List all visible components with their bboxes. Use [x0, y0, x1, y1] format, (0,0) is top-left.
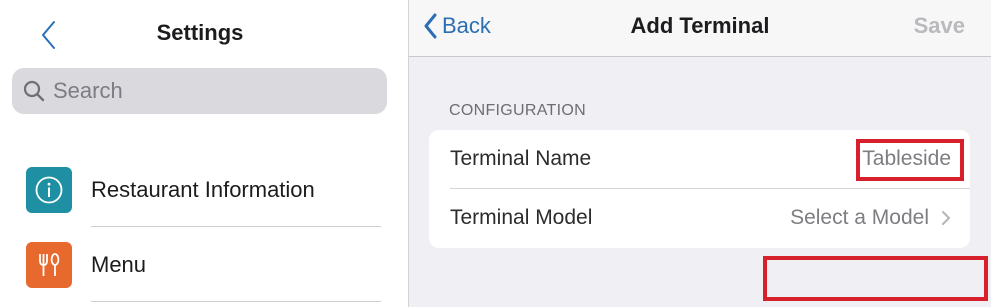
save-button[interactable]: Save: [914, 13, 965, 39]
cutlery-icon: [26, 242, 72, 288]
sidebar-item-label: Restaurant Information: [91, 177, 315, 202]
highlight-box: [856, 139, 964, 181]
info-icon: [26, 167, 72, 213]
terminal-model-selector[interactable]: Select a Model: [790, 206, 951, 230]
add-terminal-panel: Back Add Terminal Save CONFIGURATION Ter…: [409, 0, 991, 307]
sidebar-item-menu[interactable]: Menu: [0, 228, 409, 302]
terminal-model-value: Select a Model: [790, 206, 929, 229]
terminal-name-row[interactable]: Terminal Name Tableside: [429, 130, 970, 189]
sidebar-item-restaurant-information[interactable]: Restaurant Information: [0, 153, 409, 227]
section-header: CONFIGURATION: [449, 102, 586, 119]
search-input[interactable]: [53, 78, 373, 104]
divider: [91, 301, 381, 302]
configuration-group: Terminal Name Tableside Terminal Model S…: [429, 130, 988, 301]
page-title: Add Terminal: [630, 13, 770, 38]
sidebar-title: Settings: [156, 20, 244, 45]
chevron-right-icon: [942, 211, 950, 225]
navigation-bar: Back Add Terminal Save: [409, 0, 991, 57]
divider: [91, 226, 381, 227]
terminal-name-label: Terminal Name: [450, 147, 592, 170]
sidebar-item-label: Menu: [91, 252, 147, 277]
terminal-model-label: Terminal Model: [450, 206, 593, 229]
settings-sidebar: Settings Restaurant Information: [0, 0, 409, 307]
highlight-box: [763, 256, 988, 301]
search-icon: [23, 80, 45, 102]
terminal-model-row[interactable]: Terminal Model Select a Model: [429, 189, 988, 301]
search-bar[interactable]: [12, 68, 387, 114]
